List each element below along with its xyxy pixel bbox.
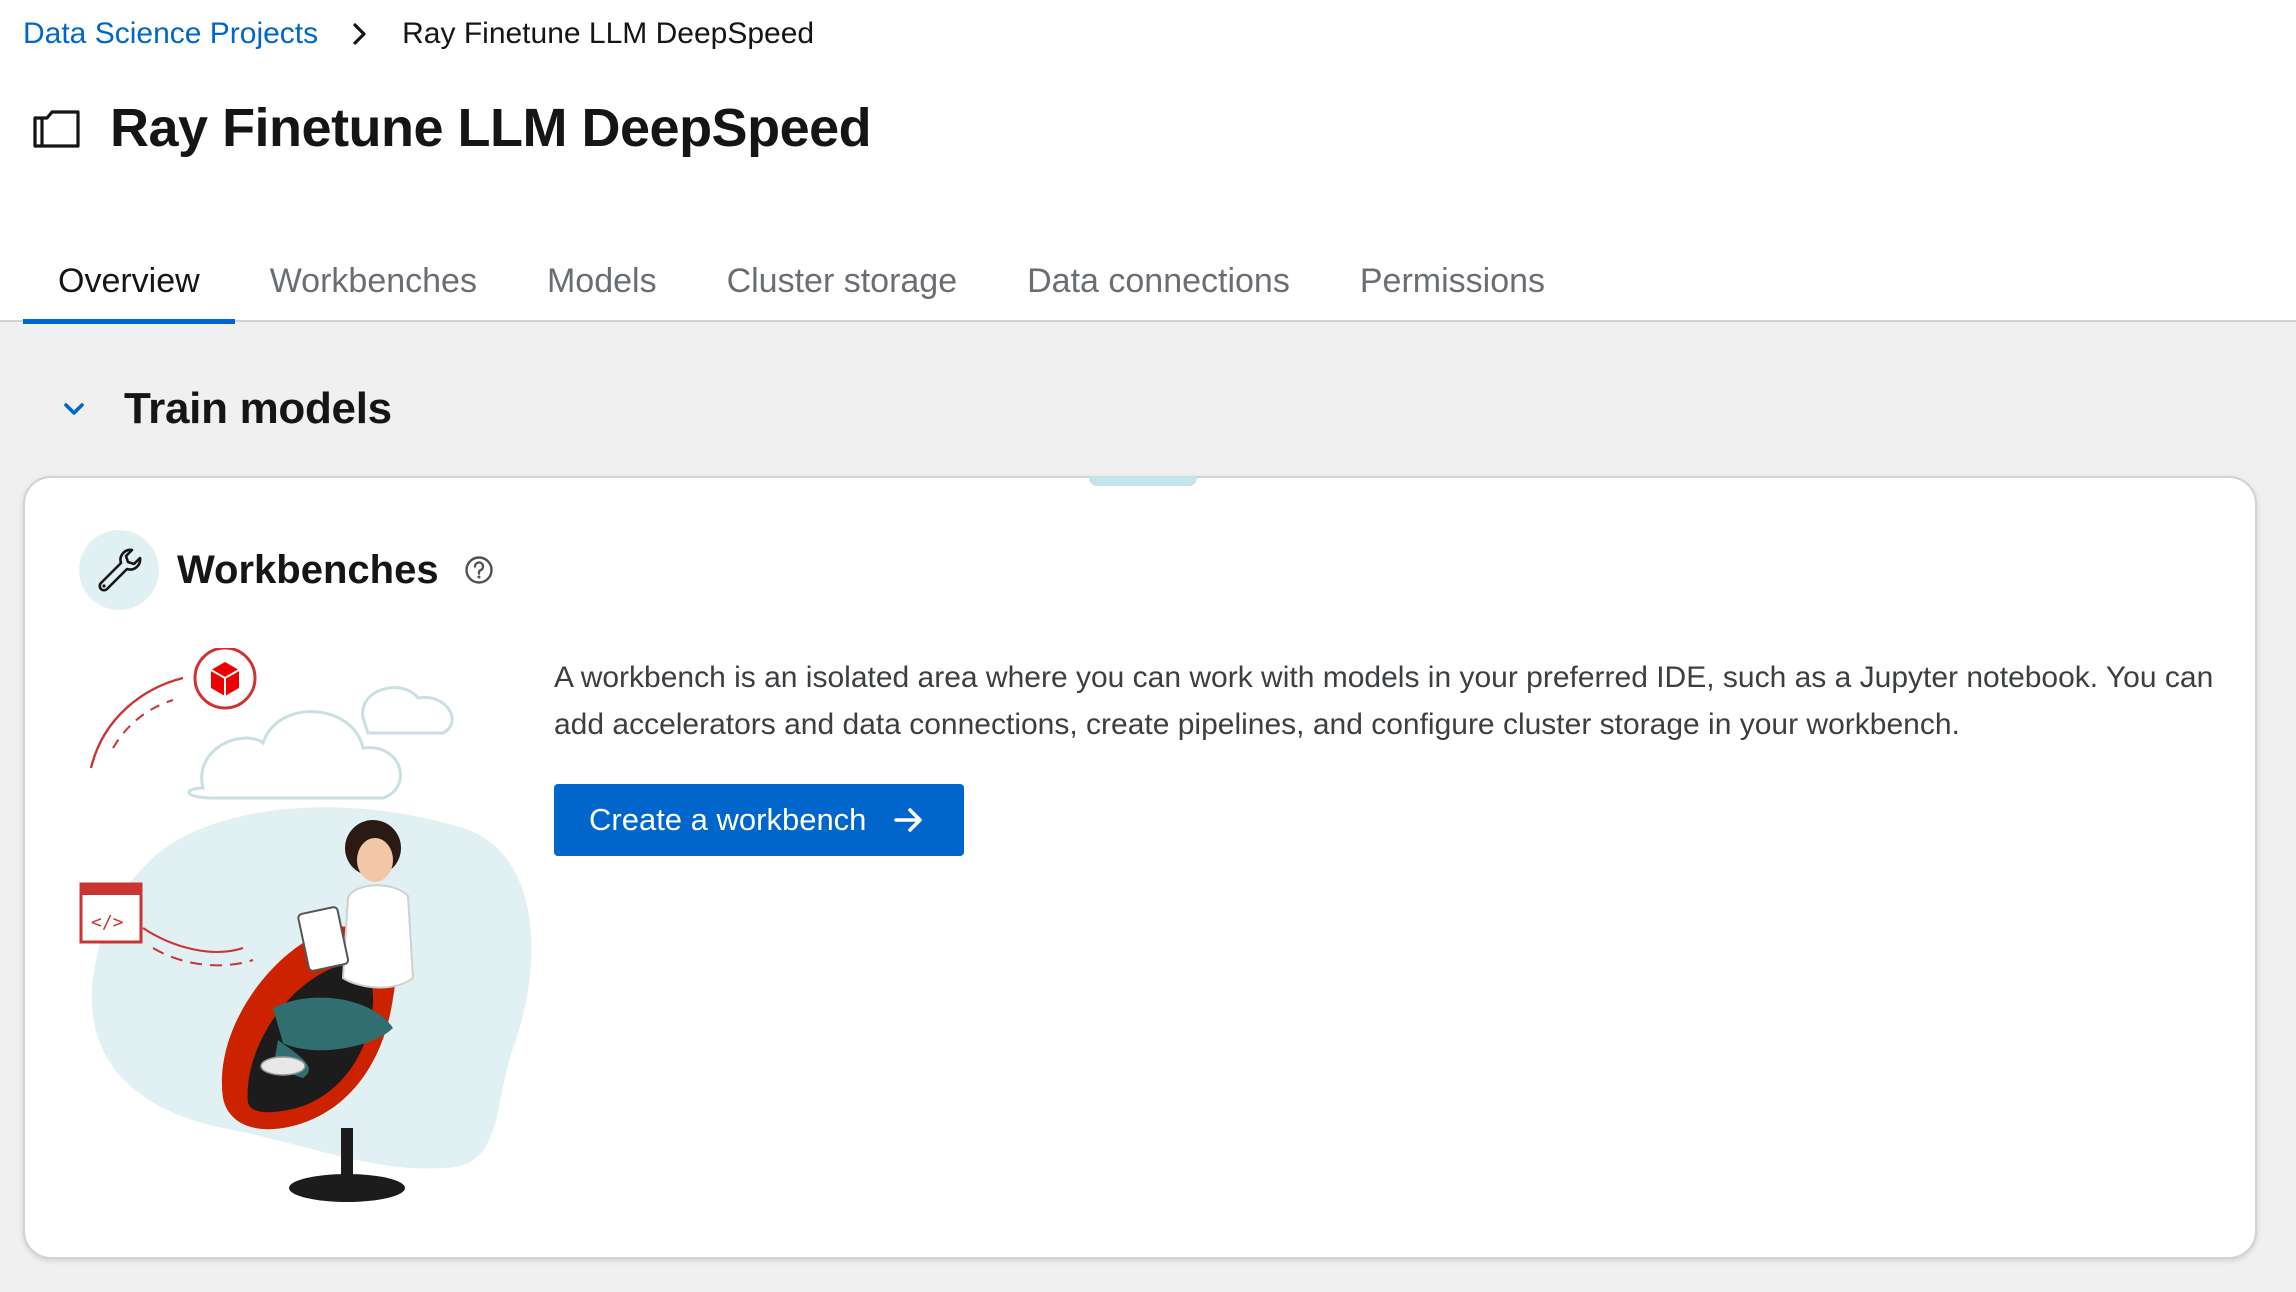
tab-data-connections[interactable]: Data connections	[992, 240, 1325, 322]
page-title: Ray Finetune LLM DeepSpeed	[110, 98, 872, 158]
card-title: Workbenches	[177, 547, 439, 592]
card-description: A workbench is an isolated area where yo…	[554, 661, 2214, 741]
breadcrumb-current: Ray Finetune LLM DeepSpeed	[402, 17, 815, 50]
create-workbench-button-label: Create a workbench	[589, 802, 867, 837]
wrench-icon	[79, 530, 159, 610]
project-folder-icon	[32, 106, 82, 150]
section-title[interactable]: Train models	[124, 384, 392, 434]
tab-bar: Overview Workbenches Models Cluster stor…	[23, 240, 1580, 324]
create-workbench-button[interactable]: Create a workbench	[554, 784, 964, 856]
arrow-right-icon	[894, 804, 926, 836]
page-title-row: Ray Finetune LLM DeepSpeed	[32, 92, 872, 164]
tab-overview[interactable]: Overview	[23, 240, 235, 324]
section-train-models: Train models	[56, 376, 392, 442]
tab-cluster-storage[interactable]: Cluster storage	[692, 240, 993, 322]
tab-workbenches[interactable]: Workbenches	[235, 240, 512, 322]
tab-permissions[interactable]: Permissions	[1325, 240, 1580, 322]
chevron-right-icon	[340, 23, 380, 45]
card-notch	[1089, 476, 1197, 486]
card-header: Workbenches	[79, 530, 495, 610]
workbench-illustration: </>	[73, 646, 553, 1208]
tab-models[interactable]: Models	[512, 240, 692, 322]
chevron-down-icon[interactable]	[56, 391, 92, 427]
svg-text:</>: </>	[91, 912, 124, 933]
breadcrumb-link-projects[interactable]: Data Science Projects	[23, 17, 318, 51]
help-icon[interactable]	[463, 554, 495, 586]
page-header: Data Science Projects Ray Finetune LLM D…	[0, 0, 2296, 324]
workbenches-card: Workbenches </> A workbench is an isolat…	[23, 476, 2257, 1259]
breadcrumb: Data Science Projects Ray Finetune LLM D…	[23, 14, 814, 54]
